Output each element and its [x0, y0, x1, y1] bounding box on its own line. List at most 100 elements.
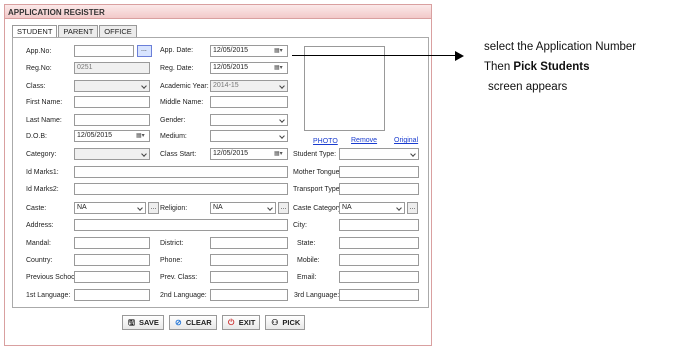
- window-title: APPLICATION REGISTER: [5, 5, 431, 19]
- category-label: Category:: [26, 151, 57, 158]
- gender-select[interactable]: [210, 114, 288, 126]
- pick-label: PICK: [282, 318, 301, 327]
- religion-select[interactable]: NA: [210, 202, 276, 214]
- annotation-line1: select the Application Number: [484, 41, 637, 53]
- first-language-input[interactable]: [74, 289, 150, 301]
- email-label: Email:: [297, 274, 317, 281]
- gender-label: Gender:: [160, 117, 186, 124]
- app-date-value: 12/05/2015: [213, 47, 249, 54]
- caste-select[interactable]: NA: [74, 202, 146, 214]
- email-input[interactable]: [339, 271, 419, 283]
- medium-label: Medium:: [160, 133, 187, 140]
- last-name-label: Last Name:: [26, 117, 62, 124]
- id-marks1-input[interactable]: [74, 166, 288, 178]
- clear-button[interactable]: ⊘ CLEAR: [168, 315, 217, 330]
- mother-tongue-label: Mother Tongue:: [293, 169, 342, 176]
- second-language-input[interactable]: [210, 289, 288, 301]
- academic-year-label: Academic Year:: [160, 83, 209, 90]
- calendar-icon: ▦▾: [274, 48, 283, 54]
- prev-class-input[interactable]: [210, 271, 288, 283]
- annotation-arrow-line: [292, 55, 455, 56]
- reg-date-picker[interactable]: 12/05/2015 ▦▾: [210, 62, 288, 74]
- city-label: City:: [293, 222, 307, 229]
- city-input[interactable]: [339, 219, 419, 231]
- class-start-label: Class Start:: [160, 151, 197, 158]
- class-start-value: 12/05/2015: [213, 150, 249, 157]
- reg-no-label: Reg.No:: [26, 65, 52, 72]
- id-marks2-label: Id Marks2:: [26, 186, 59, 193]
- id-marks2-input[interactable]: [74, 183, 288, 195]
- annotation-line3: screen appears: [488, 81, 568, 93]
- student-type-label: Student Type:: [293, 151, 337, 158]
- student-photo-box: [304, 46, 385, 131]
- state-label: State:: [297, 240, 316, 247]
- original-photo-link[interactable]: Original: [394, 137, 418, 144]
- country-input[interactable]: [74, 254, 150, 266]
- exit-label: EXIT: [238, 318, 256, 327]
- save-label: SAVE: [139, 318, 159, 327]
- state-input[interactable]: [339, 237, 419, 249]
- district-input[interactable]: [210, 237, 288, 249]
- caste-category-select[interactable]: NA: [339, 202, 405, 214]
- id-marks1-label: Id Marks1:: [26, 169, 59, 176]
- medium-select[interactable]: [210, 130, 288, 142]
- mobile-input[interactable]: [339, 254, 419, 266]
- class-label: Class:: [26, 83, 46, 90]
- reg-date-value: 12/05/2015: [213, 64, 249, 71]
- tab-parent[interactable]: PARENT: [58, 25, 99, 37]
- caste-category-browse-button[interactable]: ...: [407, 202, 418, 214]
- last-name-input[interactable]: [74, 114, 150, 126]
- floppy-icon: 🖫: [128, 318, 135, 327]
- clear-label: CLEAR: [185, 318, 212, 327]
- transport-type-input[interactable]: [339, 183, 419, 195]
- academic-year-select[interactable]: 2014-15: [210, 80, 288, 92]
- phone-input[interactable]: [210, 254, 288, 266]
- annotation-arrow-head: [455, 51, 464, 61]
- tab-strip: STUDENT PARENT OFFICE: [12, 25, 138, 38]
- religion-label: Religion:: [160, 205, 188, 212]
- binoculars-icon: ⚇: [271, 318, 279, 327]
- previous-school-input[interactable]: [74, 271, 150, 283]
- first-name-label: First Name:: [26, 99, 63, 106]
- photo-link[interactable]: PHOTO: [313, 138, 338, 145]
- third-language-input[interactable]: [339, 289, 419, 301]
- pick-button[interactable]: ⚇ PICK: [265, 315, 306, 330]
- reg-no-input[interactable]: 0251: [74, 62, 150, 74]
- class-select[interactable]: [74, 80, 150, 92]
- caste-category-label: Caste Category:: [293, 205, 344, 212]
- middle-name-label: Middle Name:: [160, 99, 204, 106]
- dob-value: 12/05/2015: [77, 132, 113, 139]
- middle-name-input[interactable]: [210, 96, 288, 108]
- app-no-input[interactable]: [74, 45, 134, 57]
- second-language-label: 2nd Language:: [160, 292, 207, 299]
- dob-label: D.O.B:: [26, 133, 48, 140]
- calendar-icon: ▦▾: [274, 65, 283, 71]
- exit-button[interactable]: ⏻ EXIT: [221, 315, 261, 330]
- religion-browse-button[interactable]: ...: [278, 202, 289, 214]
- tab-office[interactable]: OFFICE: [99, 25, 137, 37]
- caste-label: Caste:: [26, 205, 47, 212]
- save-button[interactable]: 🖫 SAVE: [122, 315, 164, 330]
- browse-ellipsis: ...: [141, 46, 147, 53]
- app-date-picker[interactable]: 12/05/2015 ▦▾: [210, 45, 288, 57]
- exit-icon: ⏻: [228, 318, 235, 327]
- mandal-input[interactable]: [74, 237, 150, 249]
- calendar-icon: ▦▾: [136, 133, 145, 139]
- clear-icon: ⊘: [175, 318, 182, 327]
- category-select[interactable]: [74, 148, 150, 160]
- remove-photo-link[interactable]: Remove: [351, 137, 377, 144]
- address-label: Address:: [26, 222, 54, 229]
- previous-school-label: Previous School:: [26, 274, 79, 281]
- student-type-select[interactable]: [339, 148, 419, 160]
- annotation-line2-prefix: Then: [484, 61, 514, 73]
- app-no-browse-button[interactable]: ...: [137, 45, 152, 57]
- address-input[interactable]: [74, 219, 288, 231]
- caste-browse-button[interactable]: ...: [148, 202, 159, 214]
- third-language-label: 3rd Language:: [294, 292, 340, 299]
- country-label: Country:: [26, 257, 53, 264]
- dob-picker[interactable]: 12/05/2015 ▦▾: [74, 130, 150, 142]
- class-start-picker[interactable]: 12/05/2015 ▦▾: [210, 148, 288, 160]
- app-no-label: App.No:: [26, 48, 52, 55]
- mother-tongue-input[interactable]: [339, 166, 419, 178]
- first-name-input[interactable]: [74, 96, 150, 108]
